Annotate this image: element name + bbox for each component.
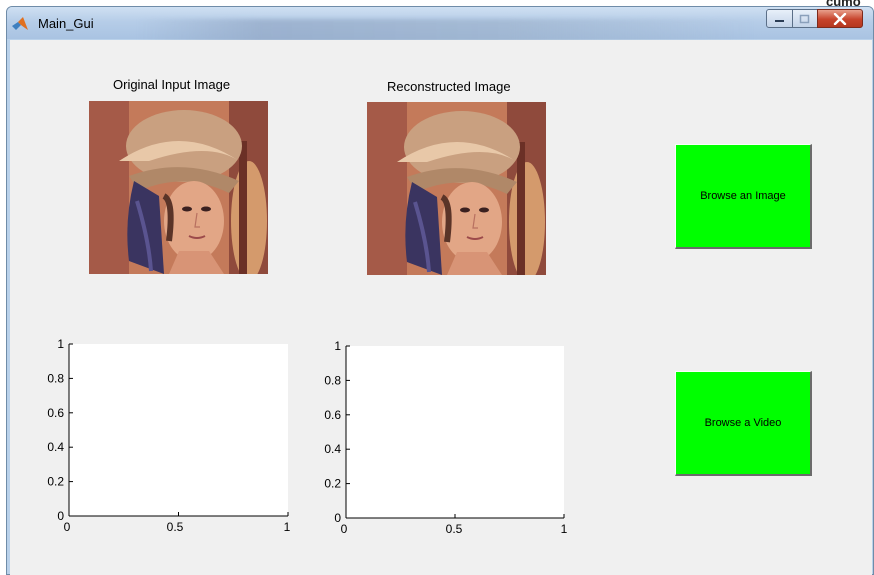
title-bar[interactable] <box>7 7 873 43</box>
axes-1-ytick-label: 0.2 <box>47 475 64 489</box>
close-button[interactable] <box>817 9 863 28</box>
axes-1-plot-area <box>69 344 288 516</box>
axes-2-xtick-label: 1 <box>561 522 568 536</box>
matlab-icon <box>12 17 28 30</box>
maximize-button[interactable] <box>792 9 818 28</box>
axes-2-ytick-label: 0.4 <box>324 442 341 456</box>
browse-image-button-label: Browse an Image <box>700 190 786 202</box>
reconstructed-image <box>367 102 546 275</box>
browse-image-button[interactable]: Browse an Image <box>675 144 812 249</box>
browse-video-button-label: Browse a Video <box>704 417 782 429</box>
axes-1-ytick-label: 0.8 <box>47 371 64 385</box>
axes-2-xtick-label: 0 <box>341 522 348 536</box>
figure-client-area: Original Input Image Reconstructed Image <box>10 40 872 575</box>
window-title: Main_Gui <box>38 16 94 31</box>
axes-1-xtick-label: 0 <box>64 520 71 534</box>
axes-2-ytick-label: 0.8 <box>324 373 341 387</box>
corner-cropped-text: cumo <box>826 0 861 9</box>
close-icon <box>833 12 847 25</box>
axes-1-ytick-label: 0.4 <box>47 440 64 454</box>
axes-1-ytick-label: 0.6 <box>47 406 64 420</box>
axes-2-plot-area <box>346 346 564 518</box>
axes-1-xtick-label: 0.5 <box>167 520 184 534</box>
minimize-button[interactable] <box>766 9 793 28</box>
original-image-title: Original Input Image <box>113 77 231 92</box>
maximize-icon <box>799 14 810 23</box>
original-image <box>89 101 268 274</box>
minimize-icon <box>774 19 784 22</box>
axes-1-ytick-label: 1 <box>57 337 64 351</box>
empty-axes-2: 1 0.8 0.6 0.4 0.2 0 0 0.5 1 <box>324 339 568 536</box>
original-image-picture <box>89 101 268 274</box>
axes-2-ytick-label: 1 <box>334 339 341 353</box>
reconstructed-image-title: Reconstructed Image <box>387 79 511 94</box>
empty-axes-1: 1 0.8 0.6 0.4 0.2 0 0 0.5 1 <box>47 337 290 534</box>
axes-2-ytick-label: 0.6 <box>324 408 341 422</box>
screen: Main_Gui cumo Original Input Image Recon… <box>0 0 874 575</box>
reconstructed-image-picture <box>367 102 546 275</box>
browse-video-button[interactable]: Browse a Video <box>675 371 812 476</box>
axes-2-ytick-label: 0.2 <box>324 477 341 491</box>
axes-2-xtick-label: 0.5 <box>446 522 463 536</box>
